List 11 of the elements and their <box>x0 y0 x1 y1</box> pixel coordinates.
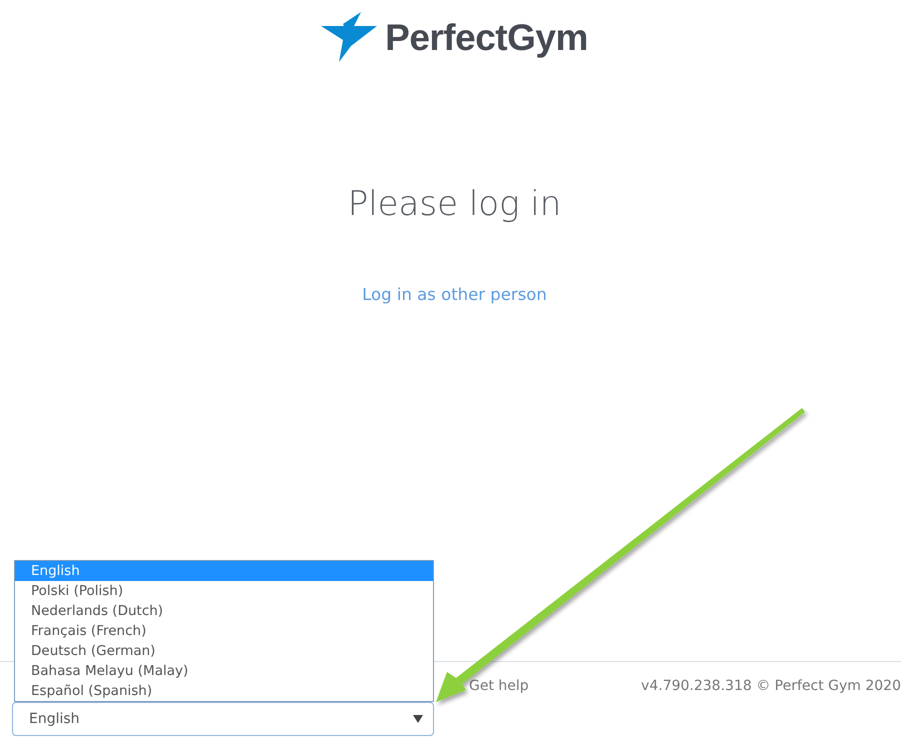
language-option[interactable]: Nederlands (Dutch) <box>15 601 433 621</box>
language-option[interactable]: Français (French) <box>15 621 433 641</box>
language-option[interactable]: Deutsch (German) <box>15 641 433 661</box>
language-option[interactable]: Bahasa Melayu (Malay) <box>15 661 433 681</box>
language-option[interactable]: Español (Spanish) <box>15 681 433 701</box>
language-option[interactable]: Polski (Polish) <box>15 581 433 601</box>
get-help-link[interactable]: Get help <box>469 676 529 697</box>
version-text: v4.790.238.318 © Perfect Gym 2020 <box>641 677 901 696</box>
page-heading: Please log in <box>348 184 562 225</box>
logo-text: PerfectGym <box>385 18 588 56</box>
language-select[interactable]: English <box>12 702 434 736</box>
